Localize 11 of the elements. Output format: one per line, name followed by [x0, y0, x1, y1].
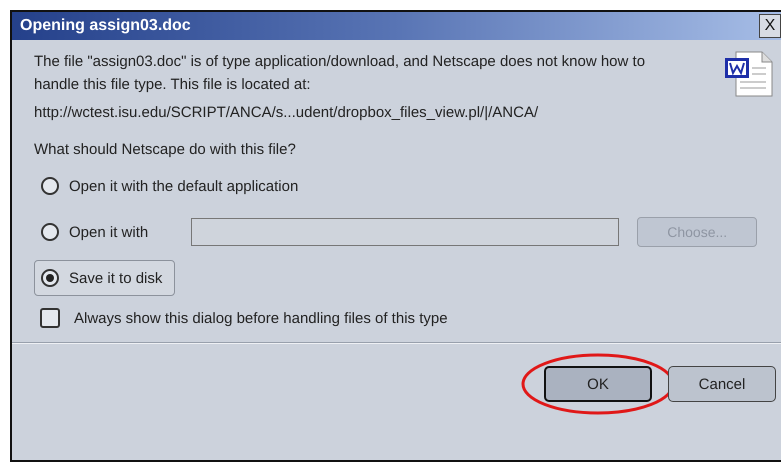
ok-button[interactable]: OK: [544, 366, 652, 402]
always-show-checkbox[interactable]: Always show this dialog before handling files of this type: [34, 308, 773, 328]
radio-option[interactable]: Open it with the default application: [34, 168, 312, 204]
message-text: The file "assign03.doc" is of type application/download, and Netscape does not know how to handle this file type. This file is located at:: [34, 52, 646, 95]
document-icon: [724, 50, 774, 98]
close-button[interactable]: X: [759, 14, 781, 38]
cancel-button[interactable]: Cancel: [668, 366, 776, 402]
file-location: http://wctest.isu.edu/SCRIPT/ANCA/s...udent/dropbox_files_view.pl/|/ANCA/: [34, 104, 540, 121]
question-text: What should Netscape do with this file?: [34, 141, 297, 158]
window-title: Opening assign03.doc: [20, 17, 191, 35]
radio-option[interactable]: Save it to disk: [34, 260, 176, 296]
